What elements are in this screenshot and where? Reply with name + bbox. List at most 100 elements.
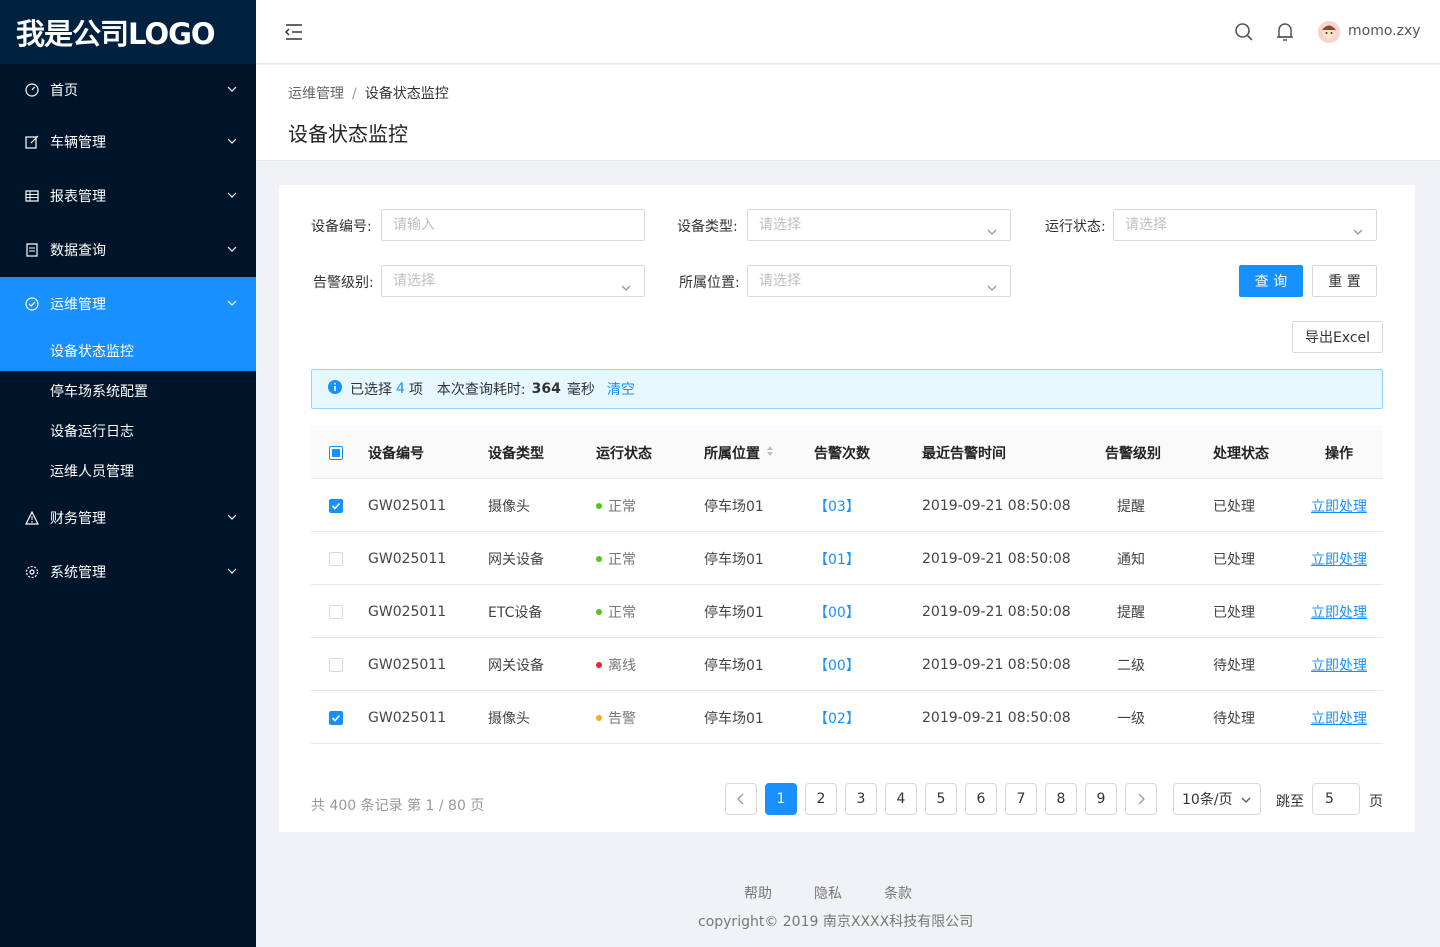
device-type-cell: ETC设备 — [488, 604, 543, 621]
chevron-down-icon — [226, 243, 238, 259]
table-row: GW025011 ETC设备 正常 停车场01 【00】 2019-09-21 08:50… — [311, 585, 1383, 638]
sidebar-subitem-staff[interactable]: 运维人员管理 — [0, 451, 256, 491]
query-button[interactable]: 查 询 — [1239, 265, 1303, 297]
chevron-down-icon — [620, 275, 632, 305]
alarm-count-cell[interactable]: 【00】 — [814, 585, 860, 638]
select-all-checkbox[interactable] — [329, 426, 343, 479]
process-now-link[interactable]: 立即处理 — [1311, 585, 1367, 638]
sidebar-item-label: 车辆管理 — [50, 135, 106, 151]
page-button[interactable]: 4 — [885, 783, 917, 815]
alarm-count-cell[interactable]: 【00】 — [814, 638, 860, 691]
column-header: 告警级别 — [1105, 445, 1161, 462]
sidebar-item-system[interactable]: 系统管理 — [0, 552, 256, 592]
status-dot — [596, 608, 602, 615]
device-id-cell: GW025011 — [368, 603, 447, 620]
process-now-link[interactable]: 立即处理 — [1311, 691, 1367, 744]
device-type-cell: 网关设备 — [488, 551, 544, 568]
handle-status-cell: 已处理 — [1213, 604, 1255, 621]
selected-count: 4 — [396, 381, 405, 397]
page-button[interactable]: 8 — [1045, 783, 1077, 815]
jump-suffix: 页 — [1369, 794, 1383, 810]
sidebar-item-data-query[interactable]: 数据查询 — [0, 230, 256, 270]
page-title: 设备状态监控 — [288, 122, 408, 146]
sidebar-item-reports[interactable]: 报表管理 — [0, 176, 256, 216]
footer-link-terms[interactable]: 条款 — [884, 883, 912, 903]
alarm-count-cell[interactable]: 【03】 — [814, 479, 860, 532]
column-header-sortable[interactable]: 所属位置 — [704, 426, 774, 479]
page-button[interactable]: 7 — [1005, 783, 1037, 815]
row-checkbox[interactable] — [329, 691, 343, 744]
device-no-label: 设备编号: — [311, 219, 372, 235]
footer-link-help[interactable]: 帮助 — [744, 883, 772, 903]
reset-button[interactable]: 重 置 — [1312, 265, 1377, 297]
device-type-select[interactable]: 请选择 — [747, 209, 1011, 241]
device-type-cell: 摄像头 — [488, 498, 530, 515]
alarm-time-cell: 2019-09-21 08:50:08 — [922, 550, 1071, 567]
location-select[interactable]: 请选择 — [747, 265, 1011, 297]
pagination-total: 共 400 条记录 第 1 / 80 页 — [311, 798, 485, 814]
jump-page-input[interactable]: 5 — [1312, 783, 1360, 815]
run-status-label: 运行状态: — [1045, 219, 1106, 235]
next-page-button[interactable] — [1125, 783, 1157, 815]
sidebar-subitem-device-log[interactable]: 设备运行日志 — [0, 411, 256, 451]
breadcrumb-parent[interactable]: 运维管理 — [288, 86, 344, 102]
sidebar-item-operations[interactable]: 运维管理 — [0, 277, 256, 331]
sidebar-item-label: 报表管理 — [50, 189, 106, 205]
run-status-placeholder: 请选择 — [1125, 217, 1167, 233]
username[interactable]: momo.zxy — [1348, 23, 1421, 39]
location-cell: 停车场01 — [704, 604, 764, 621]
bell-icon[interactable] — [1276, 21, 1294, 47]
export-excel-button[interactable]: 导出Excel — [1292, 321, 1383, 353]
sidebar-item-finance[interactable]: 财务管理 — [0, 498, 256, 538]
page-button[interactable]: 6 — [965, 783, 997, 815]
process-now-link[interactable]: 立即处理 — [1311, 479, 1367, 532]
row-checkbox[interactable] — [329, 638, 343, 691]
sidebar-item-label: 数据查询 — [50, 243, 106, 259]
sidebar-item-vehicles[interactable]: 车辆管理 — [0, 122, 256, 162]
avatar[interactable] — [1318, 21, 1340, 43]
page-button[interactable]: 5 — [925, 783, 957, 815]
chevron-down-icon — [986, 275, 998, 305]
process-now-link[interactable]: 立即处理 — [1311, 532, 1367, 585]
page-size-select[interactable]: 10条/页 — [1173, 783, 1261, 815]
sidebar-subitem-device-monitor[interactable]: 设备状态监控 — [0, 331, 256, 371]
page-button[interactable]: 3 — [845, 783, 877, 815]
alarm-level-label: 告警级别: — [313, 275, 374, 291]
device-type-label: 设备类型: — [677, 219, 738, 235]
run-status-select[interactable]: 请选择 — [1113, 209, 1377, 241]
location-cell: 停车场01 — [704, 498, 764, 515]
row-checkbox[interactable] — [329, 479, 343, 532]
process-now-link[interactable]: 立即处理 — [1311, 638, 1367, 691]
sidebar-subitem-parking-config[interactable]: 停车场系统配置 — [0, 371, 256, 411]
alarm-level-cell: 二级 — [1117, 657, 1145, 674]
prev-page-button[interactable] — [725, 783, 757, 815]
sort-icon[interactable] — [766, 445, 774, 461]
device-type-cell: 摄像头 — [488, 710, 530, 727]
alarm-level-placeholder: 请选择 — [393, 273, 435, 289]
status-text: 告警 — [608, 710, 636, 727]
copyright: copyright© 2019 南京XXXX科技有限公司 — [698, 914, 974, 930]
status-dot — [596, 502, 602, 509]
alarm-count-cell[interactable]: 【02】 — [814, 691, 860, 744]
sidebar-item-label: 财务管理 — [50, 511, 106, 527]
clear-selection-link[interactable]: 清空 — [607, 379, 635, 399]
query-time-unit: 毫秒 — [566, 382, 595, 398]
row-checkbox[interactable] — [329, 585, 343, 638]
column-header: 操作 — [1325, 445, 1353, 462]
status-text: 正常 — [608, 551, 636, 568]
footer-link-privacy[interactable]: 隐私 — [814, 883, 842, 903]
document-icon — [24, 242, 40, 258]
device-no-input[interactable]: 请输入 — [381, 209, 645, 241]
sidebar-item-label: 首页 — [50, 83, 78, 99]
page-button[interactable]: 9 — [1085, 783, 1117, 815]
page-button[interactable]: 1 — [765, 783, 797, 815]
alarm-count-cell[interactable]: 【01】 — [814, 532, 860, 585]
sidebar-item-home[interactable]: 首页 — [0, 70, 256, 110]
search-icon[interactable] — [1234, 22, 1254, 46]
menu-fold-icon[interactable] — [284, 22, 304, 46]
row-checkbox[interactable] — [329, 532, 343, 585]
page-button[interactable]: 2 — [805, 783, 837, 815]
setting-icon — [24, 564, 40, 580]
sidebar-item-label: 系统管理 — [50, 565, 106, 581]
alarm-level-select[interactable]: 请选择 — [381, 265, 645, 297]
